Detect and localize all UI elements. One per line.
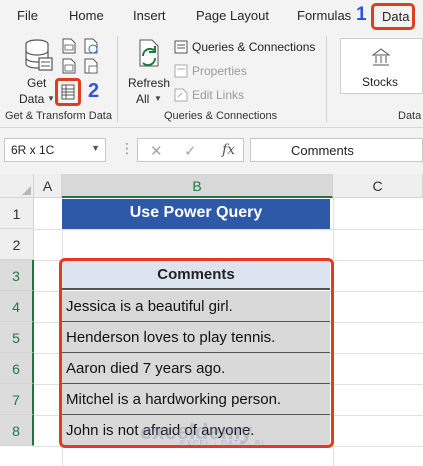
row-header-4[interactable]: 4	[0, 291, 34, 322]
bank-icon	[371, 48, 391, 66]
stocks-button[interactable]: Stocks	[340, 38, 423, 94]
tab-data[interactable]: Data	[371, 3, 415, 30]
formula-input-value: Comments	[291, 143, 354, 158]
existing-connections-icon[interactable]	[84, 58, 98, 74]
watermark-tagline: EXCEL · DATA · BI	[180, 439, 265, 448]
row-header-3[interactable]: 3	[0, 260, 34, 291]
edit-links-icon	[174, 88, 188, 102]
properties-label: Properties	[192, 64, 247, 78]
row-header-7[interactable]: 7	[0, 384, 34, 415]
group-label-data-types: Data	[398, 110, 422, 122]
table-range-icon	[61, 84, 75, 100]
group-label-get-transform: Get & Transform Data	[5, 110, 112, 122]
refresh-icon	[139, 39, 159, 67]
stocks-label: Stocks	[362, 75, 399, 89]
formula-input[interactable]: Comments	[250, 138, 423, 162]
gridline	[34, 229, 423, 230]
group-label-queries: Queries & Connections	[164, 110, 278, 122]
from-web-icon[interactable]	[84, 38, 98, 54]
refresh-all-button[interactable]: Refresh All ▼	[124, 36, 170, 106]
tab-file[interactable]: File	[17, 8, 38, 23]
refresh-label-1: Refresh	[128, 76, 171, 90]
group-separator	[326, 36, 327, 122]
edit-links-label: Edit Links	[192, 88, 245, 102]
formula-buttons: ✕ ✓ fx	[137, 138, 244, 162]
properties-icon	[174, 64, 188, 78]
queries-icon	[174, 40, 188, 54]
row-header-8[interactable]: 8	[0, 415, 34, 446]
refresh-label-2: All	[136, 92, 150, 106]
queries-connections-label: Queries & Connections	[192, 40, 316, 54]
from-table-range-button[interactable]	[55, 78, 81, 106]
edit-links-button[interactable]: Edit Links	[174, 88, 244, 102]
insert-function-icon[interactable]: fx	[222, 142, 235, 158]
group-separator	[117, 36, 118, 122]
row-header-1[interactable]: 1	[0, 198, 34, 229]
title-cell[interactable]: Use Power Query	[62, 199, 330, 229]
ribbon: Get Data ▼ 2 Get & Transform Data Refres…	[0, 32, 423, 128]
properties-button[interactable]: Properties	[174, 64, 247, 78]
tab-page-layout[interactable]: Page Layout	[196, 8, 269, 23]
worksheet-grid[interactable]: A B C 1 2 3 4 5 6 7 8 Use Power Query Co…	[0, 174, 423, 466]
name-box[interactable]: 6R x 1C ▼	[4, 138, 106, 162]
database-icon	[25, 39, 53, 71]
tab-formulas[interactable]: Formulas	[297, 8, 351, 23]
row-header-2[interactable]: 2	[0, 229, 34, 260]
tab-insert[interactable]: Insert	[133, 8, 166, 23]
get-data-button[interactable]: Get Data ▼	[14, 36, 55, 106]
name-box-value: 6R x 1C	[11, 143, 55, 157]
formula-bar-handle[interactable]: ⋮	[120, 140, 134, 157]
row-header-6[interactable]: 6	[0, 353, 34, 384]
ribbon-tabs: File Home Insert Page Layout Formulas 1 …	[0, 0, 423, 32]
step-2-marker: 2	[88, 80, 100, 102]
column-header-a[interactable]: A	[34, 174, 62, 198]
chevron-down-icon: ▼	[47, 94, 55, 103]
get-data-label-1: Get	[27, 76, 47, 90]
tab-data-label: Data	[382, 9, 410, 24]
from-text-icon[interactable]	[62, 38, 76, 54]
enter-check-icon[interactable]: ✓	[184, 142, 197, 160]
row-header-5[interactable]: 5	[0, 322, 34, 353]
chevron-down-icon: ▼	[154, 94, 162, 103]
from-table-icon[interactable]	[62, 58, 76, 74]
select-all-button[interactable]	[0, 174, 34, 198]
get-data-label-2: Data	[19, 92, 45, 106]
chevron-down-icon[interactable]: ▼	[91, 143, 100, 153]
tab-home[interactable]: Home	[69, 8, 104, 23]
column-header-b[interactable]: B	[62, 174, 333, 198]
queries-connections-button[interactable]: Queries & Connections	[174, 40, 315, 54]
column-header-c[interactable]: C	[333, 174, 423, 198]
formula-bar: 6R x 1C ▼ ⋮ ✕ ✓ fx Comments	[0, 128, 423, 174]
step-1-marker: 1	[356, 4, 367, 25]
cancel-icon[interactable]: ✕	[150, 142, 163, 160]
